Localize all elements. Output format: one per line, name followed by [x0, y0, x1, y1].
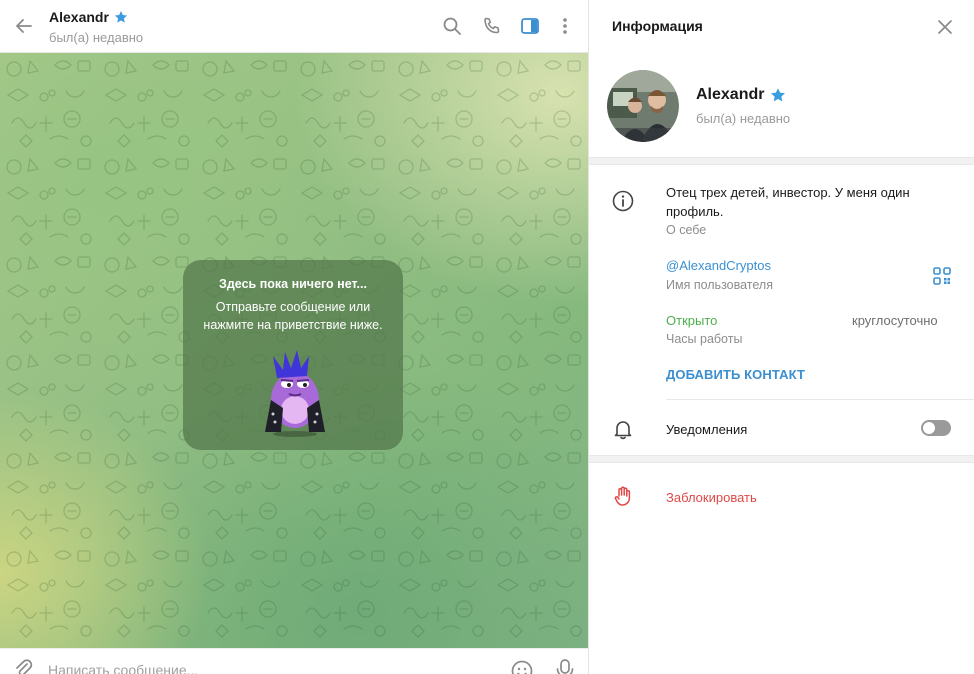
chat-header: Alexandr был(а) недавно [0, 0, 588, 53]
empty-chat-title: Здесь пока ничего нет... [219, 277, 367, 291]
username-label: Имя пользователя [666, 278, 773, 292]
block-user-button[interactable]: Заблокировать [666, 490, 757, 505]
info-icon [612, 190, 634, 212]
chat-panel: Alexandr был(а) недавно Здесь пока ничег… [0, 0, 588, 674]
profile-name: Alexandr [696, 86, 765, 103]
business-hours-label: Часы работы [666, 332, 743, 346]
profile-name-row: Alexandr [696, 86, 786, 104]
row-separator [666, 399, 974, 400]
message-input[interactable] [48, 661, 468, 674]
sidebar-toggle-button[interactable] [518, 14, 542, 38]
peer-name-row[interactable]: Alexandr [49, 9, 128, 25]
sidebar-toggle-icon [521, 18, 539, 34]
profile-status: был(а) недавно [696, 111, 791, 126]
search-button[interactable] [440, 14, 464, 38]
microphone-icon[interactable] [554, 658, 576, 674]
message-composer [0, 648, 588, 674]
chat-background: Здесь пока ничего нет... Отправьте сообщ… [0, 53, 588, 648]
paperclip-icon[interactable] [12, 657, 34, 674]
info-panel: Информация Alexandr был(а) недавно Отец … [589, 0, 974, 674]
more-button[interactable] [553, 14, 577, 38]
empty-chat-subtitle: Отправьте сообщение или нажмите на приве… [203, 300, 383, 332]
greeting-sticker[interactable] [251, 348, 335, 438]
section-separator [589, 455, 974, 463]
username-link[interactable]: @AlexandCryptos [666, 258, 771, 273]
star-icon[interactable] [770, 87, 786, 103]
bio-label: О себе [666, 223, 707, 237]
section-separator [589, 157, 974, 165]
qr-code-icon[interactable] [932, 266, 952, 286]
search-icon [443, 17, 461, 35]
close-icon [938, 20, 952, 34]
bell-icon [614, 421, 632, 440]
more-vertical-icon [563, 18, 567, 34]
notifications-label: Уведомления [666, 422, 748, 437]
business-hours-value[interactable]: круглосуточно [852, 313, 938, 328]
empty-chat-card: Здесь пока ничего нет... Отправьте сообщ… [183, 260, 403, 450]
notifications-toggle[interactable] [921, 420, 951, 436]
bio-text: Отец трех детей, инвестор. У меня один п… [666, 185, 910, 219]
toggle-knob [923, 422, 935, 434]
business-hours-status[interactable]: Открыто [666, 313, 717, 328]
arrow-left-icon [16, 19, 32, 33]
close-info-button[interactable] [935, 17, 955, 37]
info-title: Информация [612, 18, 703, 34]
peer-status: был(а) недавно [49, 30, 144, 45]
info-row-icon [611, 189, 635, 213]
call-button[interactable] [480, 14, 504, 38]
star-icon [114, 11, 128, 23]
smile-icon[interactable] [510, 659, 534, 674]
phone-icon [484, 17, 500, 34]
add-contact-button[interactable]: ДОБАВИТЬ КОНТАКТ [666, 367, 805, 382]
block-row-icon [611, 484, 635, 508]
peer-name: Alexandr [49, 9, 109, 25]
avatar[interactable] [607, 70, 679, 142]
telegram-window: Alexandr был(а) недавно Здесь пока ничег… [0, 0, 974, 674]
back-button[interactable] [10, 12, 38, 40]
hand-stop-icon [614, 486, 631, 506]
avatar-photo [607, 70, 679, 142]
notifications-row-icon [611, 417, 635, 441]
